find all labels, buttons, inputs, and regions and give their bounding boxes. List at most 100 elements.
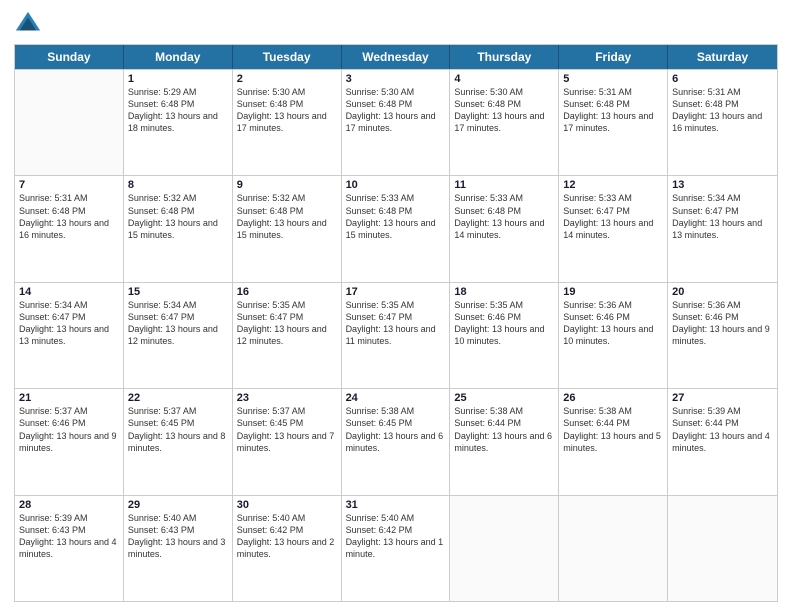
cell-info: Sunrise: 5:38 AM Sunset: 6:44 PM Dayligh… — [454, 405, 554, 454]
cell-day-number: 18 — [454, 286, 554, 298]
calendar-cell: 13Sunrise: 5:34 AM Sunset: 6:47 PM Dayli… — [668, 176, 777, 281]
day-header-wednesday: Wednesday — [342, 45, 451, 69]
cell-info: Sunrise: 5:37 AM Sunset: 6:45 PM Dayligh… — [128, 405, 228, 454]
cell-info: Sunrise: 5:30 AM Sunset: 6:48 PM Dayligh… — [237, 86, 337, 135]
calendar-cell — [668, 496, 777, 601]
calendar-cell: 17Sunrise: 5:35 AM Sunset: 6:47 PM Dayli… — [342, 283, 451, 388]
cell-day-number: 24 — [346, 392, 446, 404]
cell-info: Sunrise: 5:29 AM Sunset: 6:48 PM Dayligh… — [128, 86, 228, 135]
cell-day-number: 23 — [237, 392, 337, 404]
cell-day-number: 12 — [563, 179, 663, 191]
calendar-cell: 15Sunrise: 5:34 AM Sunset: 6:47 PM Dayli… — [124, 283, 233, 388]
cell-day-number: 30 — [237, 499, 337, 511]
calendar: SundayMondayTuesdayWednesdayThursdayFrid… — [14, 44, 778, 602]
cell-info: Sunrise: 5:33 AM Sunset: 6:47 PM Dayligh… — [563, 192, 663, 241]
calendar-body: 1Sunrise: 5:29 AM Sunset: 6:48 PM Daylig… — [15, 69, 777, 601]
cell-info: Sunrise: 5:39 AM Sunset: 6:44 PM Dayligh… — [672, 405, 773, 454]
calendar-week-4: 21Sunrise: 5:37 AM Sunset: 6:46 PM Dayli… — [15, 388, 777, 494]
calendar-cell: 29Sunrise: 5:40 AM Sunset: 6:43 PM Dayli… — [124, 496, 233, 601]
cell-day-number: 29 — [128, 499, 228, 511]
calendar-cell: 6Sunrise: 5:31 AM Sunset: 6:48 PM Daylig… — [668, 70, 777, 175]
calendar-cell: 2Sunrise: 5:30 AM Sunset: 6:48 PM Daylig… — [233, 70, 342, 175]
calendar-cell: 4Sunrise: 5:30 AM Sunset: 6:48 PM Daylig… — [450, 70, 559, 175]
cell-info: Sunrise: 5:35 AM Sunset: 6:47 PM Dayligh… — [346, 299, 446, 348]
cell-info: Sunrise: 5:30 AM Sunset: 6:48 PM Dayligh… — [454, 86, 554, 135]
day-header-tuesday: Tuesday — [233, 45, 342, 69]
cell-day-number: 25 — [454, 392, 554, 404]
cell-info: Sunrise: 5:40 AM Sunset: 6:42 PM Dayligh… — [237, 512, 337, 561]
cell-info: Sunrise: 5:36 AM Sunset: 6:46 PM Dayligh… — [672, 299, 773, 348]
page: SundayMondayTuesdayWednesdayThursdayFrid… — [0, 0, 792, 612]
cell-info: Sunrise: 5:35 AM Sunset: 6:46 PM Dayligh… — [454, 299, 554, 348]
cell-info: Sunrise: 5:36 AM Sunset: 6:46 PM Dayligh… — [563, 299, 663, 348]
calendar-cell — [559, 496, 668, 601]
calendar-cell: 14Sunrise: 5:34 AM Sunset: 6:47 PM Dayli… — [15, 283, 124, 388]
calendar-cell: 26Sunrise: 5:38 AM Sunset: 6:44 PM Dayli… — [559, 389, 668, 494]
day-header-monday: Monday — [124, 45, 233, 69]
calendar-cell: 21Sunrise: 5:37 AM Sunset: 6:46 PM Dayli… — [15, 389, 124, 494]
calendar-cell — [450, 496, 559, 601]
cell-day-number: 3 — [346, 73, 446, 85]
calendar-cell: 23Sunrise: 5:37 AM Sunset: 6:45 PM Dayli… — [233, 389, 342, 494]
calendar-cell: 9Sunrise: 5:32 AM Sunset: 6:48 PM Daylig… — [233, 176, 342, 281]
day-header-sunday: Sunday — [15, 45, 124, 69]
cell-day-number: 16 — [237, 286, 337, 298]
calendar-cell: 11Sunrise: 5:33 AM Sunset: 6:48 PM Dayli… — [450, 176, 559, 281]
cell-info: Sunrise: 5:37 AM Sunset: 6:45 PM Dayligh… — [237, 405, 337, 454]
cell-info: Sunrise: 5:38 AM Sunset: 6:45 PM Dayligh… — [346, 405, 446, 454]
calendar-cell: 10Sunrise: 5:33 AM Sunset: 6:48 PM Dayli… — [342, 176, 451, 281]
cell-day-number: 13 — [672, 179, 773, 191]
cell-info: Sunrise: 5:40 AM Sunset: 6:42 PM Dayligh… — [346, 512, 446, 561]
cell-day-number: 26 — [563, 392, 663, 404]
cell-day-number: 15 — [128, 286, 228, 298]
cell-info: Sunrise: 5:33 AM Sunset: 6:48 PM Dayligh… — [454, 192, 554, 241]
cell-info: Sunrise: 5:33 AM Sunset: 6:48 PM Dayligh… — [346, 192, 446, 241]
calendar-cell: 31Sunrise: 5:40 AM Sunset: 6:42 PM Dayli… — [342, 496, 451, 601]
cell-day-number: 9 — [237, 179, 337, 191]
cell-info: Sunrise: 5:32 AM Sunset: 6:48 PM Dayligh… — [237, 192, 337, 241]
cell-day-number: 27 — [672, 392, 773, 404]
cell-info: Sunrise: 5:31 AM Sunset: 6:48 PM Dayligh… — [19, 192, 119, 241]
cell-day-number: 21 — [19, 392, 119, 404]
calendar-cell: 30Sunrise: 5:40 AM Sunset: 6:42 PM Dayli… — [233, 496, 342, 601]
cell-day-number: 10 — [346, 179, 446, 191]
cell-info: Sunrise: 5:39 AM Sunset: 6:43 PM Dayligh… — [19, 512, 119, 561]
cell-day-number: 6 — [672, 73, 773, 85]
cell-info: Sunrise: 5:31 AM Sunset: 6:48 PM Dayligh… — [563, 86, 663, 135]
cell-info: Sunrise: 5:37 AM Sunset: 6:46 PM Dayligh… — [19, 405, 119, 454]
day-header-friday: Friday — [559, 45, 668, 69]
cell-day-number: 20 — [672, 286, 773, 298]
logo-icon — [14, 10, 42, 38]
calendar-cell: 27Sunrise: 5:39 AM Sunset: 6:44 PM Dayli… — [668, 389, 777, 494]
cell-day-number: 5 — [563, 73, 663, 85]
cell-info: Sunrise: 5:40 AM Sunset: 6:43 PM Dayligh… — [128, 512, 228, 561]
calendar-week-3: 14 Sunrise: 5:34 AM Sunset: 6:47 PM Dayli… — [15, 282, 777, 388]
calendar-cell: 1Sunrise: 5:29 AM Sunset: 6:48 PM Daylig… — [124, 70, 233, 175]
cell-info: Sunrise: 5:32 AM Sunset: 6:48 PM Dayligh… — [128, 192, 228, 241]
cell-day-number: 14 — [19, 286, 119, 298]
calendar-header: SundayMondayTuesdayWednesdayThursdayFrid… — [15, 45, 777, 69]
cell-day-number: 7 — [19, 179, 119, 191]
calendar-cell: 20Sunrise: 5:36 AM Sunset: 6:46 PM Dayli… — [668, 283, 777, 388]
cell-info: Sunrise: 5:35 AM Sunset: 6:47 PM Dayligh… — [237, 299, 337, 348]
cell-info: Sunrise: 5:34 AM Sunset: 6:47 PM Dayligh… — [128, 299, 228, 348]
header — [14, 10, 778, 38]
cell-day-number: 11 — [454, 179, 554, 191]
calendar-cell: 5Sunrise: 5:31 AM Sunset: 6:48 PM Daylig… — [559, 70, 668, 175]
cell-day-number: 1 — [128, 73, 228, 85]
calendar-cell: 19Sunrise: 5:36 AM Sunset: 6:46 PM Dayli… — [559, 283, 668, 388]
logo — [14, 10, 46, 38]
day-header-thursday: Thursday — [450, 45, 559, 69]
calendar-cell: 25Sunrise: 5:38 AM Sunset: 6:44 PM Dayli… — [450, 389, 559, 494]
calendar-week-1: 1Sunrise: 5:29 AM Sunset: 6:48 PM Daylig… — [15, 69, 777, 175]
calendar-cell: 12Sunrise: 5:33 AM Sunset: 6:47 PM Dayli… — [559, 176, 668, 281]
cell-info: Sunrise: 5:31 AM Sunset: 6:48 PM Dayligh… — [672, 86, 773, 135]
calendar-cell: 16Sunrise: 5:35 AM Sunset: 6:47 PM Dayli… — [233, 283, 342, 388]
calendar-cell: 8Sunrise: 5:32 AM Sunset: 6:48 PM Daylig… — [124, 176, 233, 281]
calendar-cell: 28Sunrise: 5:39 AM Sunset: 6:43 PM Dayli… — [15, 496, 124, 601]
cell-info: Sunrise: 5:34 AM Sunset: 6:47 PM Dayligh… — [672, 192, 773, 241]
cell-day-number: 2 — [237, 73, 337, 85]
cell-info: Sunrise: 5:38 AM Sunset: 6:44 PM Dayligh… — [563, 405, 663, 454]
cell-info: Sunrise: 5:30 AM Sunset: 6:48 PM Dayligh… — [346, 86, 446, 135]
cell-day-number: 31 — [346, 499, 446, 511]
